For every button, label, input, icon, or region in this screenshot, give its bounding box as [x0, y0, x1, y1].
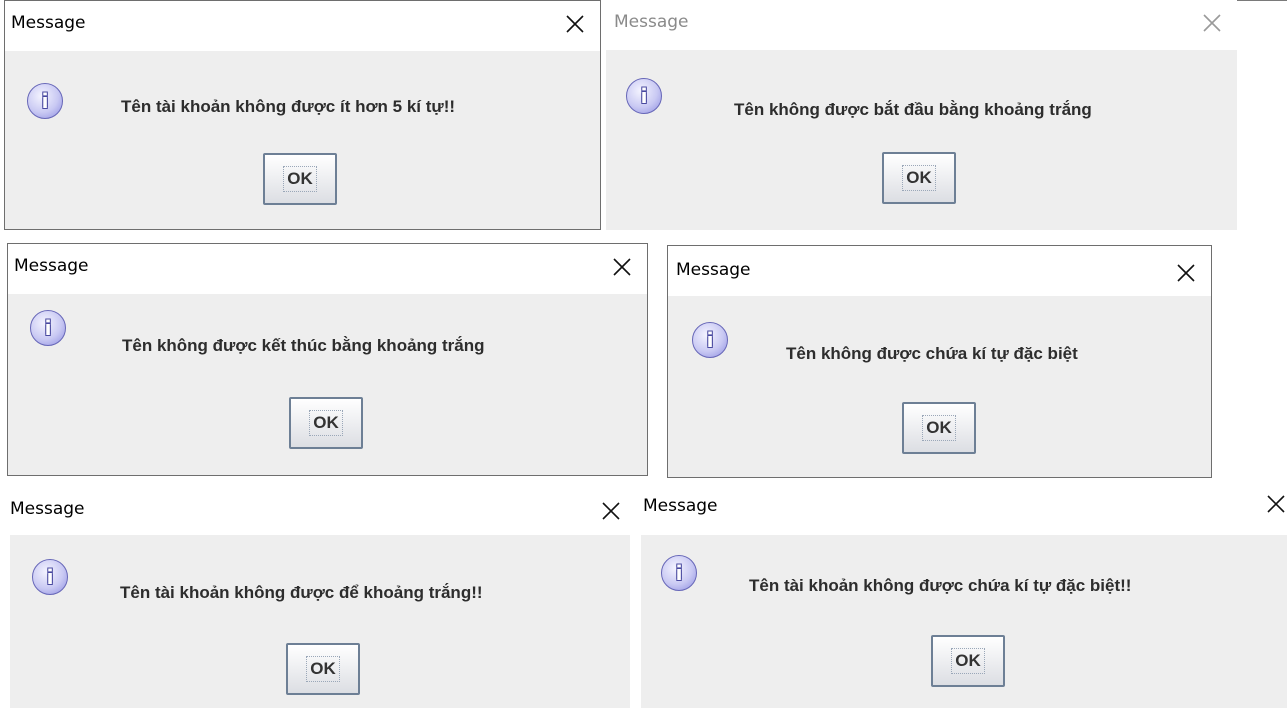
- ok-button[interactable]: OK: [902, 402, 976, 454]
- dialog-title: Message: [676, 260, 751, 280]
- info-icon: i: [626, 78, 662, 114]
- close-icon[interactable]: [600, 500, 622, 522]
- message-dialog-1: Message i Tên tài khoản không được ít hơ…: [4, 0, 601, 230]
- message-text: Tên không được chứa kí tự đặc biệt: [786, 344, 1078, 363]
- title-bar[interactable]: Message: [8, 244, 647, 294]
- close-icon[interactable]: [1265, 493, 1287, 515]
- message-dialog-4: Message i Tên không được chứa kí tự đặc …: [667, 245, 1212, 478]
- message-text: Tên tài khoản không được ít hơn 5 kí tự!…: [121, 97, 456, 116]
- close-icon[interactable]: [1175, 262, 1197, 284]
- title-bar[interactable]: Message: [641, 485, 1287, 535]
- ok-button[interactable]: OK: [286, 643, 360, 695]
- message-text: Tên tài khoản không được chứa kí tự đặc …: [749, 576, 1132, 595]
- message-dialog-5: Message i Tên tài khoản không được để kh…: [10, 485, 630, 708]
- dialog-title: Message: [643, 496, 718, 516]
- message-text: Tên không được kết thúc bằng khoảng trắn…: [122, 336, 485, 355]
- title-bar[interactable]: Message: [606, 0, 1237, 50]
- divider: [1237, 0, 1287, 1]
- ok-button[interactable]: OK: [263, 153, 337, 205]
- info-icon: i: [32, 559, 68, 595]
- message-text: Tên không được bắt đầu bằng khoảng trắng: [734, 100, 1092, 119]
- title-bar[interactable]: Message: [668, 246, 1211, 296]
- dialog-title: Message: [14, 256, 89, 276]
- info-icon: i: [30, 310, 66, 346]
- ok-button[interactable]: OK: [931, 635, 1005, 687]
- close-icon[interactable]: [611, 256, 633, 278]
- close-icon[interactable]: [564, 13, 586, 35]
- dialog-title: Message: [11, 13, 86, 33]
- close-icon[interactable]: [1201, 12, 1223, 34]
- ok-button[interactable]: OK: [882, 152, 956, 204]
- info-icon: i: [692, 322, 728, 358]
- message-dialog-2: Message i Tên không được bắt đầu bằng kh…: [606, 0, 1237, 230]
- info-icon: i: [27, 83, 63, 119]
- title-bar[interactable]: Message: [10, 485, 630, 535]
- message-dialog-3: Message i Tên không được kết thúc bằng k…: [7, 243, 648, 476]
- dialog-title: Message: [10, 499, 85, 519]
- title-bar[interactable]: Message: [5, 1, 600, 51]
- message-text: Tên tài khoản không được để khoảng trắng…: [120, 583, 483, 602]
- info-icon: i: [661, 555, 697, 591]
- dialog-title: Message: [614, 12, 689, 32]
- message-dialog-6: Message i Tên tài khoản không được chứa …: [641, 485, 1287, 708]
- ok-button[interactable]: OK: [289, 397, 363, 449]
